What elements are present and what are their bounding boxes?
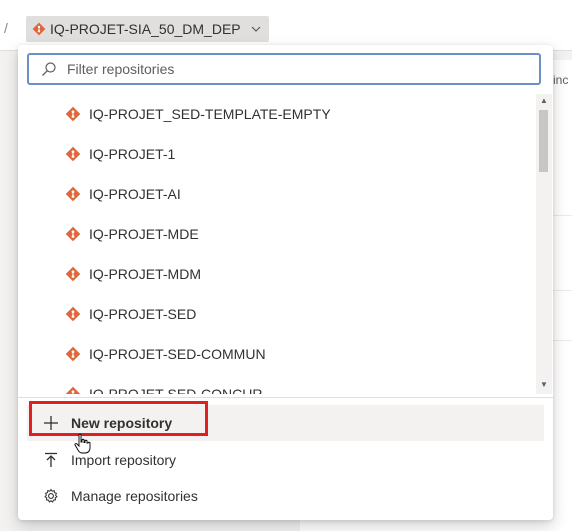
scrollbar[interactable]: ▲ ▼ [536, 94, 552, 394]
breadcrumb-separator: / [4, 20, 8, 36]
repository-name: IQ-PROJET-SED-COMMUN [89, 346, 266, 362]
repository-item[interactable]: IQ-PROJET-MDM [18, 254, 536, 294]
import-icon [41, 452, 61, 468]
chevron-down-icon [251, 26, 261, 32]
filter-box[interactable] [27, 53, 541, 85]
git-repo-icon [65, 226, 81, 242]
plus-icon [41, 415, 61, 431]
manage-repositories-label: Manage repositories [71, 488, 198, 504]
repository-dropdown: IQ-PROJET_SED-TEMPLATE-EMPTY IQ-PROJET-1 I… [18, 45, 553, 520]
git-repo-icon [65, 186, 81, 202]
repository-item[interactable]: IQ-PROJET-SED-COMMUN [18, 334, 536, 374]
scroll-down-arrow[interactable]: ▼ [540, 380, 548, 389]
repo-selector-button[interactable]: IQ-PROJET-SIA_50_DM_DEP [26, 16, 269, 42]
repository-item[interactable]: IQ-PROJET-AI [18, 174, 536, 214]
git-repo-icon [65, 106, 81, 122]
repository-name: IQ-PROJET-AI [89, 186, 181, 202]
repository-name: IQ-PROJET-SED [89, 306, 197, 322]
repository-name: IQ-PROJET-MDE [89, 226, 199, 242]
menu-divider [18, 397, 553, 398]
filter-repositories-input[interactable] [65, 56, 539, 82]
repository-name: IQ-PROJET-MDM [89, 266, 201, 282]
git-repo-icon [32, 22, 46, 36]
git-repo-icon [65, 146, 81, 162]
repository-name: IQ-PROJET-SED-CONCUR [89, 386, 263, 394]
repository-name: IQ-PROJET_SED-TEMPLATE-EMPTY [89, 106, 331, 122]
repo-selector-label: IQ-PROJET-SIA_50_DM_DEP [50, 21, 241, 37]
new-repository-button[interactable]: New repository [27, 405, 544, 441]
background-partial-text: inc [553, 73, 569, 87]
repository-item[interactable]: IQ-PROJET-SED-CONCUR [18, 374, 536, 394]
import-repository-button[interactable]: Import repository [27, 442, 544, 478]
repository-item[interactable]: IQ-PROJET-1 [18, 134, 536, 174]
top-bar: / IQ-PROJET-SIA_50_DM_DEP [0, 0, 572, 51]
git-repo-icon [65, 386, 81, 394]
repository-item[interactable]: IQ-PROJET-SED [18, 294, 536, 334]
repository-item[interactable]: IQ-PROJET_SED-TEMPLATE-EMPTY [18, 94, 536, 134]
repository-name: IQ-PROJET-1 [89, 146, 176, 162]
git-repo-icon [65, 266, 81, 282]
repository-item[interactable]: IQ-PROJET-MDE [18, 214, 536, 254]
repository-list: IQ-PROJET_SED-TEMPLATE-EMPTY IQ-PROJET-1 I… [18, 94, 536, 394]
scroll-up-arrow[interactable]: ▲ [540, 96, 548, 105]
hand-cursor-icon [74, 433, 91, 454]
git-repo-icon [65, 306, 81, 322]
search-icon [42, 62, 56, 76]
gear-icon [41, 488, 61, 504]
scrollbar-thumb[interactable] [539, 110, 548, 172]
git-repo-icon [65, 346, 81, 362]
new-repository-label: New repository [71, 415, 173, 431]
manage-repositories-button[interactable]: Manage repositories [27, 478, 544, 514]
